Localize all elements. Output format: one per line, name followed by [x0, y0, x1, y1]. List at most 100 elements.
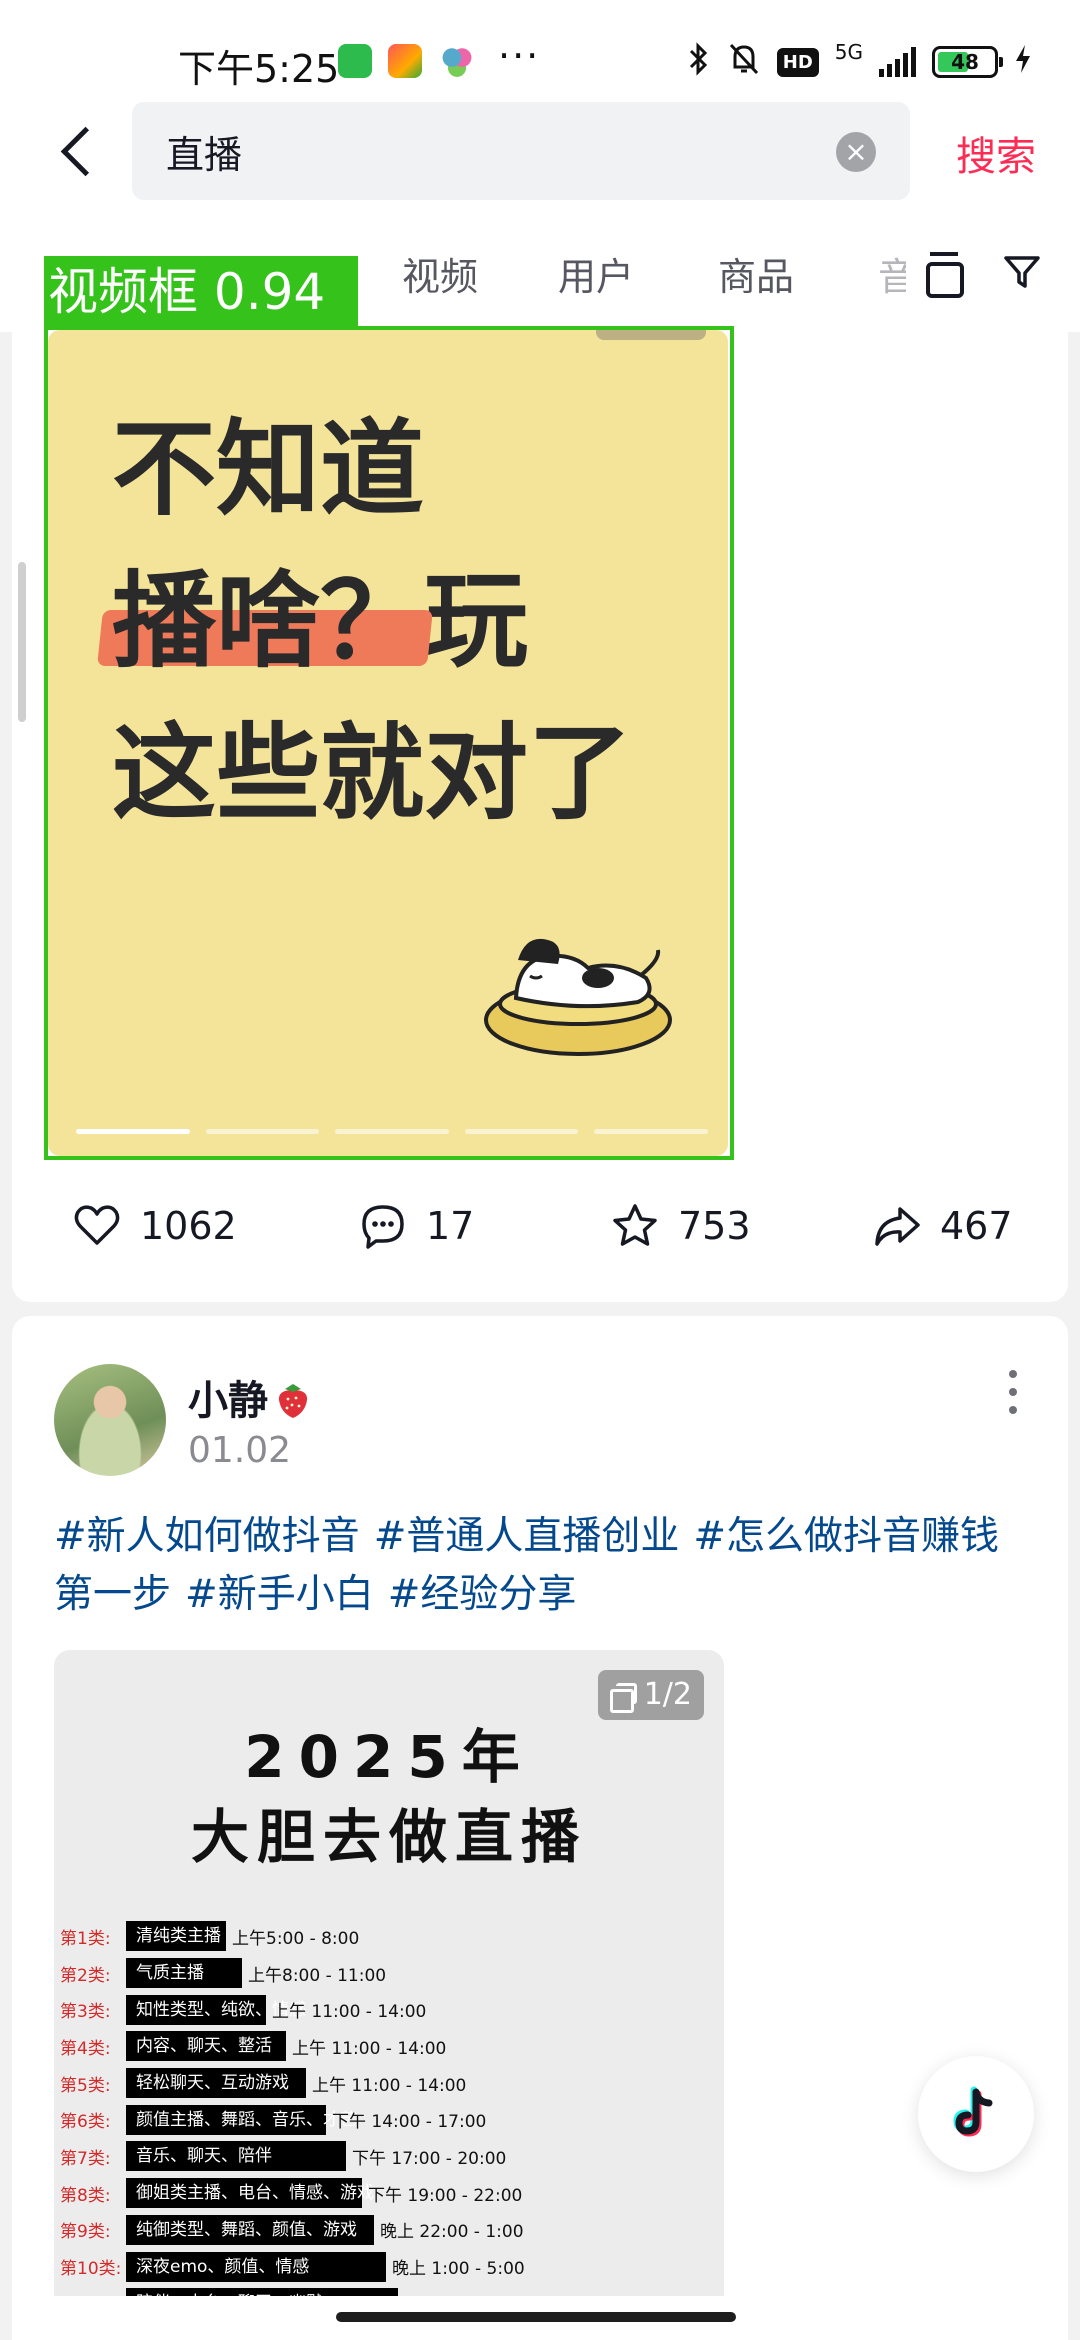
- schedule-category: 气质主播: [126, 1958, 242, 1989]
- cover2-year: 2025年: [244, 1723, 534, 1791]
- comment-count: 17: [426, 1204, 475, 1248]
- slide-dot: [335, 1129, 449, 1134]
- hashtag[interactable]: #经验分享: [388, 1572, 577, 1617]
- schedule-row: 第3类: 知性类型、纯欲、情感 上午 11:00 - 14:00: [60, 1991, 720, 2028]
- cover-top-pill: [596, 330, 706, 340]
- collect-count: 753: [678, 1204, 751, 1248]
- schedule-time: 下午 14:00 - 17:00: [332, 2112, 487, 2133]
- schedule-index: 第3类:: [60, 2002, 111, 2023]
- schedule-time: 下午 19:00 - 22:00: [368, 2185, 523, 2206]
- author-name[interactable]: 小静: [188, 1368, 312, 1426]
- schedule-row: 第2类: 气质主播 上午8:00 - 11:00: [60, 1955, 720, 1992]
- detection-label: 视频框 0.94: [44, 256, 358, 328]
- comment-icon: [362, 1205, 404, 1249]
- hashtag-list: #新人如何做抖音 #普通人直播创业 #怎么做抖音赚钱第一步 #新手小白 #经验分享: [54, 1508, 1014, 1624]
- schedule-category: 轻松聊天、互动游戏: [126, 2068, 306, 2099]
- schedule-category: 纯御类型、舞蹈、颜值、游戏: [126, 2214, 374, 2245]
- schedule-index: 第11类:: [60, 2291, 126, 2297]
- battery-icon: 48: [932, 46, 1003, 78]
- schedule-time: 晚上 1:00 - 5:00: [392, 2259, 525, 2280]
- schedule-row: 第9类: 纯御类型、舞蹈、颜值、游戏 晚上 22:00 - 1:00: [60, 2212, 720, 2249]
- home-indicator[interactable]: [336, 2312, 736, 2322]
- video-cover-1[interactable]: 不知道 播啥？玩 这些就对了: [48, 330, 728, 1156]
- schedule-time: 上午5:00 - 8:00: [232, 1928, 360, 1949]
- status-icons: HD 5G 48: [687, 40, 1032, 84]
- 58-app-icon: [388, 44, 422, 78]
- clear-icon[interactable]: ×: [836, 132, 876, 172]
- like-button[interactable]: 1062: [72, 1190, 237, 1262]
- schedule-row: 第8类: 御姐类主播、电台、情感、游戏 下午 19:00 - 22:00: [60, 2175, 720, 2212]
- cover-text-line1: 不知道: [112, 408, 425, 530]
- schedule-category: 深夜emo、颜值、情感: [126, 2251, 386, 2282]
- schedule-category: 陪伴、电台、聊天、幽默: [126, 2288, 398, 2296]
- author-name-text: 小静: [188, 1378, 268, 1424]
- hd-badge: HD: [776, 47, 819, 77]
- schedule-category: 内容、聊天、整活: [126, 2031, 286, 2062]
- slide-dot: [76, 1129, 190, 1134]
- search-header: × 搜索: [0, 100, 1080, 210]
- back-button[interactable]: [46, 116, 116, 186]
- search-button[interactable]: 搜索: [956, 124, 1036, 182]
- tab-goods[interactable]: 商品: [718, 246, 794, 301]
- battery-level: 48: [951, 50, 979, 74]
- avatar[interactable]: [54, 1364, 166, 1476]
- cover-text-line2: 播啥？玩: [112, 564, 528, 678]
- share-button[interactable]: 467: [872, 1190, 1013, 1262]
- strawberry-icon: [278, 1384, 308, 1418]
- schedule-row: 第1类: 清纯类主播 上午5:00 - 8:00: [60, 1918, 720, 1955]
- wechat-icon: [338, 44, 372, 78]
- post-date: 01.02: [188, 1430, 292, 1471]
- schedule-row: 第7类: 音乐、聊天、陪伴 下午 17:00 - 20:00: [60, 2138, 720, 2175]
- network-type: 5G: [834, 40, 863, 64]
- schedule-time: 上午 11:00 - 14:00: [272, 2002, 427, 2023]
- comment-button[interactable]: 17: [358, 1190, 474, 1262]
- schedule-list: 第1类: 清纯类主播 上午5:00 - 8:00 第2类: 气质主播 上午8:00 - 1…: [60, 1918, 720, 2296]
- filter-icon[interactable]: [1002, 252, 1042, 292]
- layout-switch-icon[interactable]: [926, 252, 964, 298]
- schedule-category: 御姐类主播、电台、情感、游戏: [126, 2178, 374, 2209]
- share-icon: [875, 1207, 920, 1246]
- schedule-index: 第2类:: [60, 1965, 111, 1986]
- schedule-index: 第7类:: [60, 2148, 111, 2169]
- schedule-index: 第6类:: [60, 2112, 111, 2133]
- hashtag[interactable]: #新手小白: [185, 1572, 374, 1617]
- schedule-row: 第6类: 颜值主播、舞蹈、音乐、才艺 下午 14:00 - 17:00: [60, 2101, 720, 2138]
- image-cover-2[interactable]: 1/2 2025年 大胆去做直播 第1类: 清纯类主播 上午5:00 - 8:00 第…: [54, 1650, 724, 2296]
- schedule-time: 上午 10:00 - 13:00: [404, 2291, 558, 2297]
- signal-icon: [879, 47, 916, 77]
- search-box[interactable]: ×: [132, 102, 910, 200]
- cover-highlight-text: 播啥？: [112, 560, 425, 682]
- slide-dot: [205, 1129, 320, 1134]
- status-bar: 下午5:25 ··· HD 5G 48: [0, 0, 1080, 100]
- cover2-title: 大胆去做直播: [190, 1803, 587, 1871]
- schedule-row: 第5类: 轻松聊天、互动游戏 上午 11:00 - 14:00: [60, 2065, 720, 2102]
- cover-text-line3: 这些就对了: [112, 712, 633, 834]
- schedule-category: 知性类型、纯欲、情感: [126, 1994, 306, 2025]
- slide-dot: [594, 1129, 708, 1134]
- schedule-category: 清纯类主播: [126, 1921, 226, 1952]
- charging-icon: [1014, 44, 1032, 80]
- douyin-float-button[interactable]: [918, 2056, 1034, 2172]
- more-notifications-icon: ···: [498, 34, 541, 78]
- collect-button[interactable]: 753: [610, 1190, 751, 1262]
- mute-bell-icon: [727, 41, 761, 83]
- schedule-row: 第10类: 深夜emo、颜值、情感 晚上 1:00 - 5:00: [60, 2248, 720, 2285]
- slide-indicator: [76, 1129, 708, 1134]
- gallery-icon: [609, 1683, 637, 1713]
- sleeping-dog-illustration: [484, 938, 672, 1056]
- hashtag[interactable]: #新人如何做抖音: [54, 1514, 360, 1559]
- search-input[interactable]: [166, 102, 806, 200]
- share-count: 467: [940, 1204, 1013, 1248]
- colorful-app-icon: [440, 44, 474, 78]
- schedule-category: 音乐、聊天、陪伴: [126, 2141, 346, 2172]
- scrollbar[interactable]: [18, 562, 26, 722]
- tab-music[interactable]: 音乐: [878, 246, 906, 301]
- schedule-row: 第4类: 内容、聊天、整活 上午 11:00 - 14:00: [60, 2028, 720, 2065]
- more-options-icon[interactable]: [998, 1370, 1028, 1414]
- schedule-index: 第10类:: [60, 2259, 122, 2280]
- status-time: 下午5:25: [178, 47, 340, 91]
- tab-user[interactable]: 用户: [558, 246, 634, 301]
- schedule-index: 第1类:: [60, 1928, 111, 1949]
- tab-video[interactable]: 视频: [402, 246, 478, 301]
- hashtag[interactable]: #普通人直播创业: [374, 1514, 680, 1559]
